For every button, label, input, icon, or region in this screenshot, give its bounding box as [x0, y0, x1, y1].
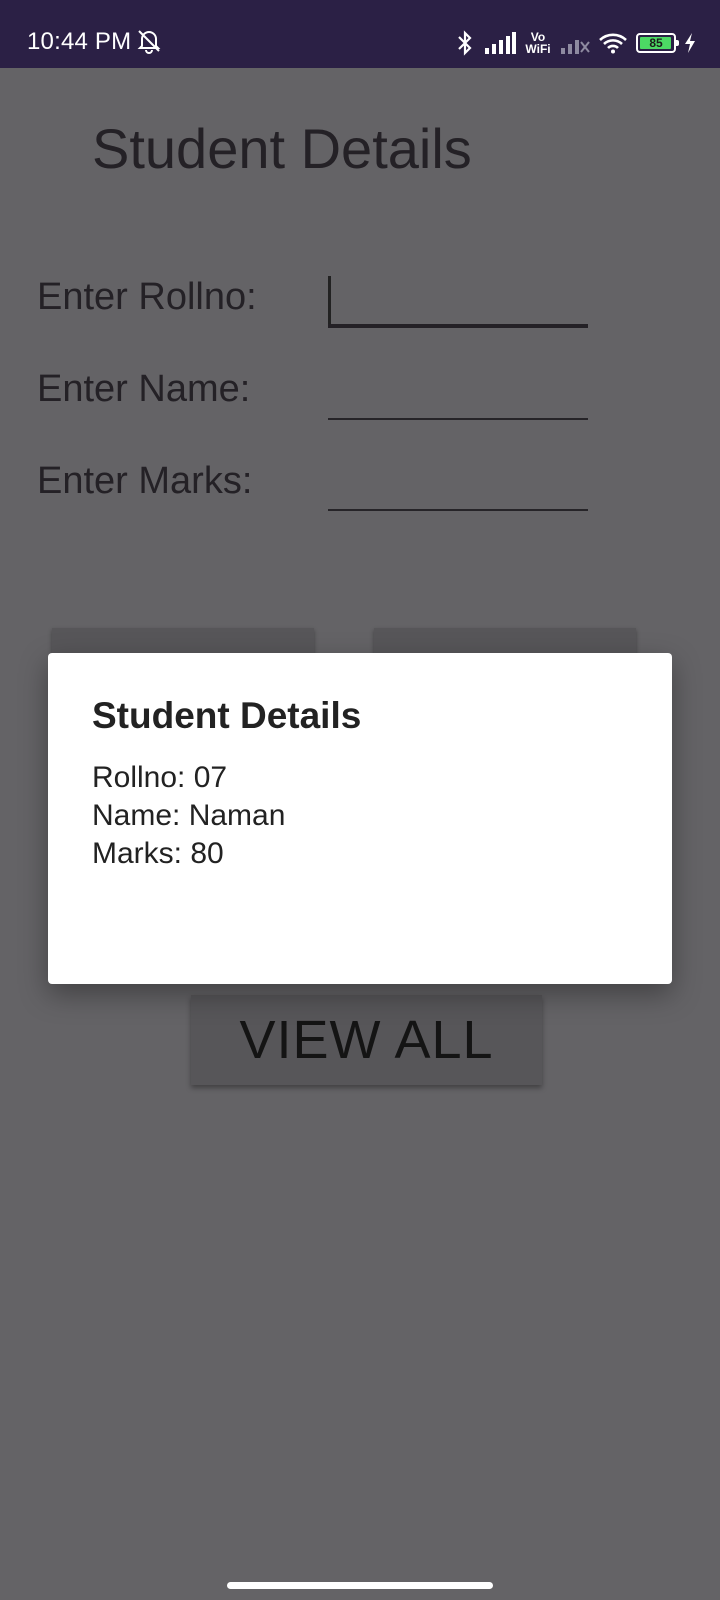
- marks-input[interactable]: [328, 451, 588, 511]
- name-input[interactable]: [328, 360, 588, 420]
- wifi-icon: [598, 32, 628, 54]
- status-bar: 10:44 PM Vo WiFi 85: [0, 0, 720, 68]
- battery-level: 85: [649, 36, 663, 50]
- student-details-dialog[interactable]: Student Details Rollno: 07 Name: Naman M…: [48, 653, 672, 984]
- dialog-title: Student Details: [92, 695, 362, 736]
- dialog-marks-line: Marks: 80: [92, 837, 224, 870]
- vowifi-bottom-text: WiFi: [525, 42, 551, 56]
- navigation-handle[interactable]: [227, 1582, 493, 1589]
- text-cursor: [328, 276, 331, 324]
- vowifi-icon: Vo WiFi: [524, 31, 552, 55]
- bluetooth-icon: [454, 30, 476, 56]
- page-title: Student Details: [92, 117, 472, 180]
- signal-no-service-icon: [560, 32, 590, 54]
- marks-label: Enter Marks:: [37, 460, 253, 502]
- status-time: 10:44 PM: [27, 28, 132, 55]
- rollno-label: Enter Rollno:: [37, 276, 257, 318]
- name-label: Enter Name:: [37, 368, 251, 410]
- dialog-rollno-line: Rollno: 07: [92, 761, 228, 794]
- charging-icon: [684, 33, 696, 53]
- battery-nub: [676, 40, 679, 46]
- battery-icon: 85: [636, 33, 679, 53]
- dialog-name-line: Name: Naman: [92, 799, 286, 832]
- dialog-message: Rollno: 07 Name: Naman Marks: 80: [92, 759, 285, 873]
- bell-off-icon: [136, 28, 162, 54]
- status-icons: Vo WiFi 85: [454, 28, 696, 58]
- rollno-input[interactable]: [328, 268, 588, 328]
- view-all-button[interactable]: VIEW ALL: [191, 995, 542, 1085]
- signal-icon: [484, 32, 516, 54]
